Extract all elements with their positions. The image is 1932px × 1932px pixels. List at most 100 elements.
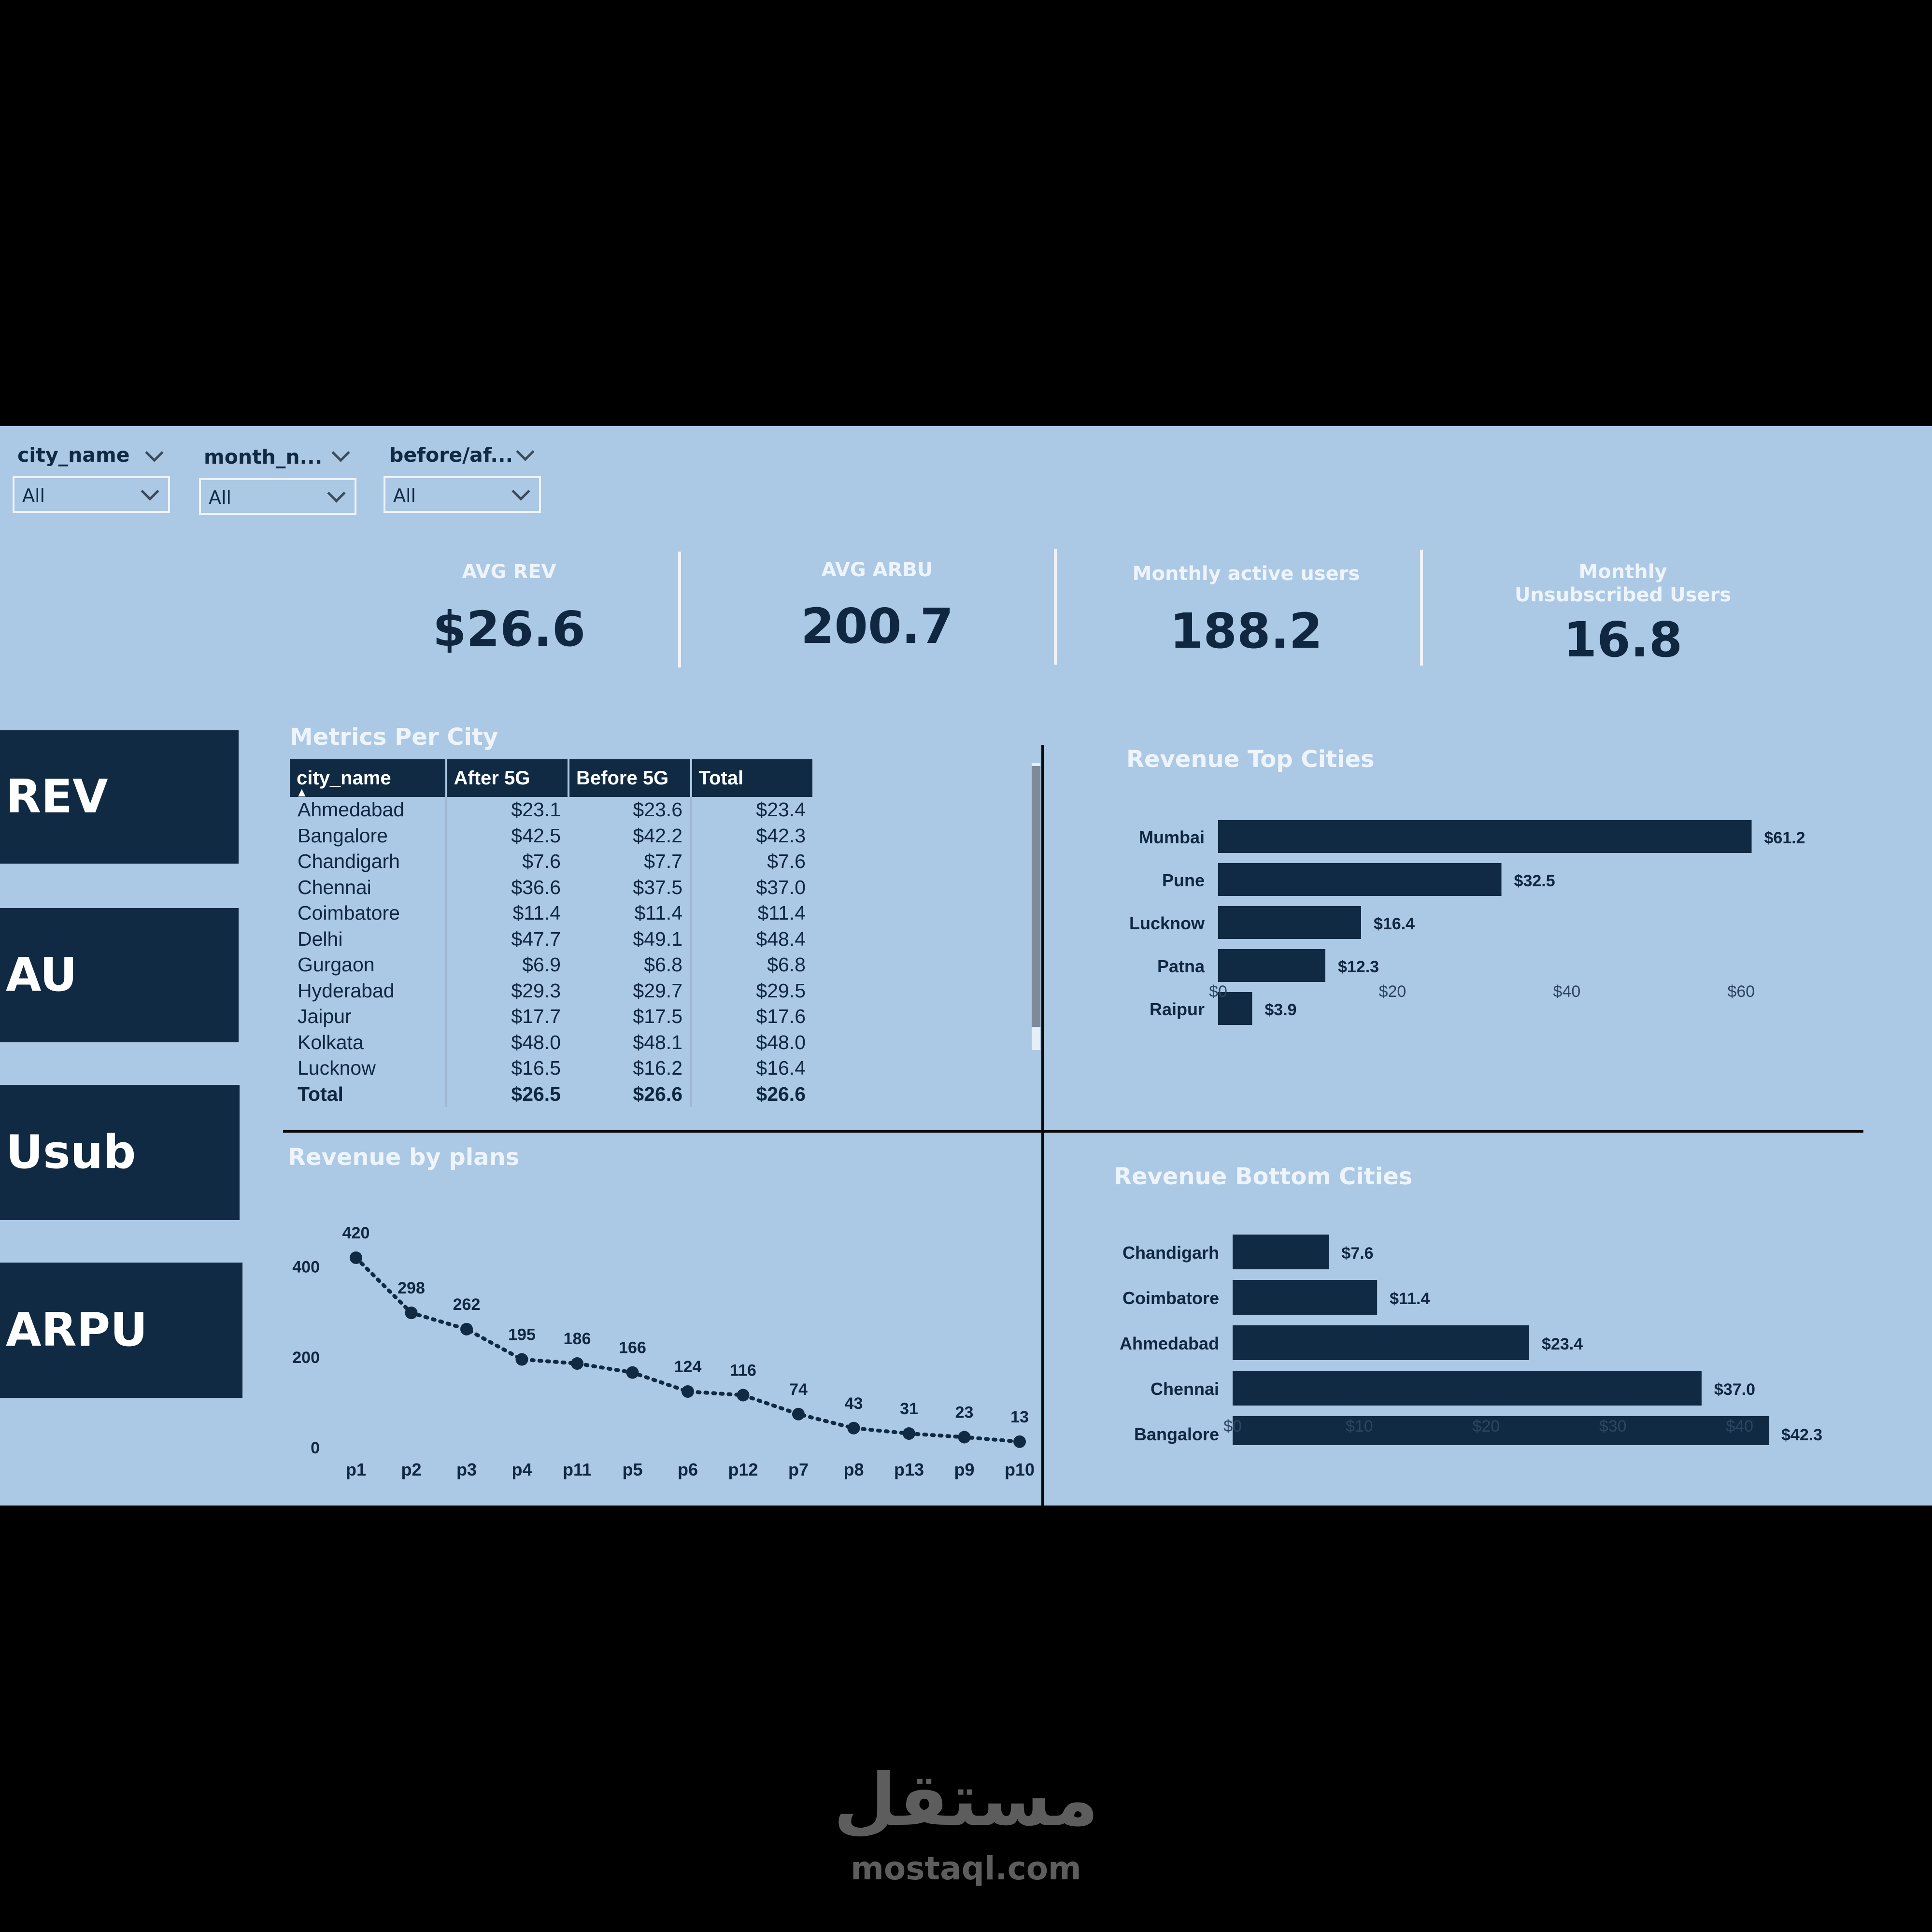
line-point[interactable] — [626, 1366, 639, 1379]
line-point[interactable] — [847, 1421, 860, 1435]
table-cell-value: $16.2 — [568, 1055, 692, 1081]
x-tick-label: $10 — [1346, 1417, 1373, 1435]
line-point[interactable] — [571, 1357, 583, 1370]
nav-button-arpu[interactable]: ARPU — [0, 1263, 242, 1398]
dashboard-canvas: city_name All month_n... All before/af..… — [0, 426, 1932, 1506]
metrics-table-title: Metrics Per City — [290, 724, 498, 751]
kpi-unsub-value: 16.8 — [1563, 611, 1683, 668]
kpi-avg-rev-value: $26.6 — [432, 601, 586, 657]
bottom-cities-title: Revenue Bottom Cities — [1114, 1163, 1413, 1190]
bar[interactable] — [1233, 1416, 1769, 1445]
x-tick-label: $20 — [1472, 1417, 1500, 1435]
slicer-header-chevron-icon[interactable] — [145, 443, 164, 462]
bar[interactable] — [1218, 906, 1361, 939]
table-cell-city: Chandigarh — [290, 849, 447, 875]
table-cell-value: $23.4 — [756, 798, 806, 821]
slicer-month-value: All — [209, 487, 232, 508]
table-cell-city: Delhi — [290, 926, 447, 952]
x-tick-label: p4 — [511, 1460, 532, 1479]
line-point[interactable] — [1013, 1435, 1026, 1448]
bar[interactable] — [1218, 863, 1502, 896]
bar[interactable] — [1233, 1280, 1378, 1315]
bar-data-label: $16.4 — [1374, 915, 1415, 933]
table-cell-value: $48.4 — [756, 927, 806, 950]
column-header-city[interactable]: city_name ▲ — [290, 759, 447, 799]
table-cell-value: $48.0 — [511, 1031, 561, 1053]
column-header-before[interactable]: Before 5G — [568, 759, 692, 797]
nav-button-au[interactable]: AU — [0, 908, 239, 1042]
x-tick-label: p2 — [401, 1460, 421, 1479]
bar-data-label: $7.6 — [1341, 1244, 1373, 1263]
table-cell-value: $42.5 — [511, 824, 561, 847]
point-data-label: 74 — [789, 1380, 808, 1399]
line-point[interactable] — [903, 1427, 915, 1440]
bar[interactable] — [1218, 820, 1752, 853]
table-cell-value: $7.6 — [522, 850, 561, 873]
bar-data-label: $32.5 — [1514, 872, 1555, 890]
table-cell-value: $6.9 — [522, 953, 561, 976]
nav-button-usub[interactable]: Usub — [0, 1085, 240, 1220]
table-cell-value: $17.5 — [568, 1004, 692, 1030]
x-tick-label: $60 — [1727, 982, 1755, 1001]
table-cell-city: Bangalore — [290, 823, 447, 849]
slicer-label-city: city_name — [17, 443, 130, 467]
slicer-label-month: month_n... — [204, 445, 323, 469]
table-cell-city: Hyderabad — [290, 978, 447, 1004]
slicer-header-chevron-icon[interactable] — [331, 443, 350, 462]
metrics-table: city_name ▲ After 5G Before 5G Total Ahm… — [290, 759, 814, 1107]
nav-button-rev[interactable]: REV — [0, 730, 239, 864]
point-data-label: 124 — [674, 1358, 702, 1376]
kpi-unsub-label: Monthly Unsubscribed Users — [1514, 561, 1732, 606]
table-cell-value: $36.6 — [511, 876, 561, 898]
bar[interactable] — [1233, 1371, 1702, 1406]
slicer-month-dropdown[interactable]: All — [199, 478, 356, 515]
line-point[interactable] — [350, 1251, 362, 1264]
table-cell-value: $42.3 — [756, 824, 806, 847]
table-cell-city: Kolkata — [290, 1029, 447, 1055]
x-tick-label: p3 — [456, 1460, 477, 1479]
table-cell-value: $26.6 — [568, 1081, 692, 1107]
table-cell-city: Lucknow — [290, 1055, 447, 1081]
line-point[interactable] — [405, 1307, 418, 1320]
line-point[interactable] — [515, 1353, 528, 1366]
bar-data-label: $42.3 — [1781, 1426, 1822, 1444]
line-point[interactable] — [460, 1322, 473, 1335]
slicer-before-after-dropdown[interactable]: All — [384, 476, 541, 513]
y-tick-label: 0 — [311, 1439, 320, 1457]
table-cell-city: Gurgaon — [290, 952, 447, 978]
line-point[interactable] — [958, 1431, 971, 1444]
chevron-down-icon — [511, 482, 530, 501]
table-scrollbar-thumb[interactable] — [1032, 766, 1040, 1027]
x-tick-label: p1 — [346, 1460, 366, 1479]
line-point[interactable] — [682, 1385, 694, 1398]
table-row: Kolkata $48.0 $48.1 $48.0 — [290, 1029, 813, 1055]
bar-category-label: Coimbatore — [1122, 1288, 1219, 1308]
x-tick-label: p12 — [728, 1460, 758, 1479]
watermark-logo-latin: mostaql.com — [851, 1850, 1081, 1887]
bar-data-label: $3.9 — [1264, 1001, 1296, 1019]
bar-category-label: Ahmedabad — [1120, 1334, 1219, 1353]
column-header-total[interactable]: Total — [691, 759, 814, 797]
table-scrollbar[interactable] — [1032, 763, 1040, 1050]
table-row: Lucknow $16.5 $16.2 $16.4 — [290, 1055, 813, 1081]
point-data-label: 43 — [845, 1394, 863, 1413]
line-point[interactable] — [792, 1407, 805, 1421]
table-cell-value: $16.4 — [756, 1057, 806, 1080]
bar[interactable] — [1233, 1235, 1329, 1269]
point-data-label: 186 — [564, 1330, 591, 1348]
bar[interactable] — [1233, 1325, 1530, 1360]
slicer-city-dropdown[interactable]: All — [13, 476, 170, 513]
column-header-after[interactable]: After 5G — [446, 759, 569, 797]
kpi-divider — [1054, 549, 1057, 665]
kpi-divider — [678, 552, 681, 668]
line-point[interactable] — [737, 1389, 750, 1402]
point-data-label: 195 — [508, 1326, 536, 1344]
table-cell-value: $29.3 — [511, 979, 561, 1002]
slicer-header-chevron-icon[interactable] — [516, 442, 535, 461]
table-cell-value: $23.1 — [511, 798, 561, 821]
x-tick-label: p11 — [563, 1460, 592, 1479]
table-row: Chennai $36.6 $37.5 $37.0 — [290, 874, 813, 900]
table-cell-value: $26.5 — [511, 1082, 561, 1105]
bar[interactable] — [1218, 949, 1325, 982]
x-tick-label: p6 — [678, 1460, 698, 1479]
